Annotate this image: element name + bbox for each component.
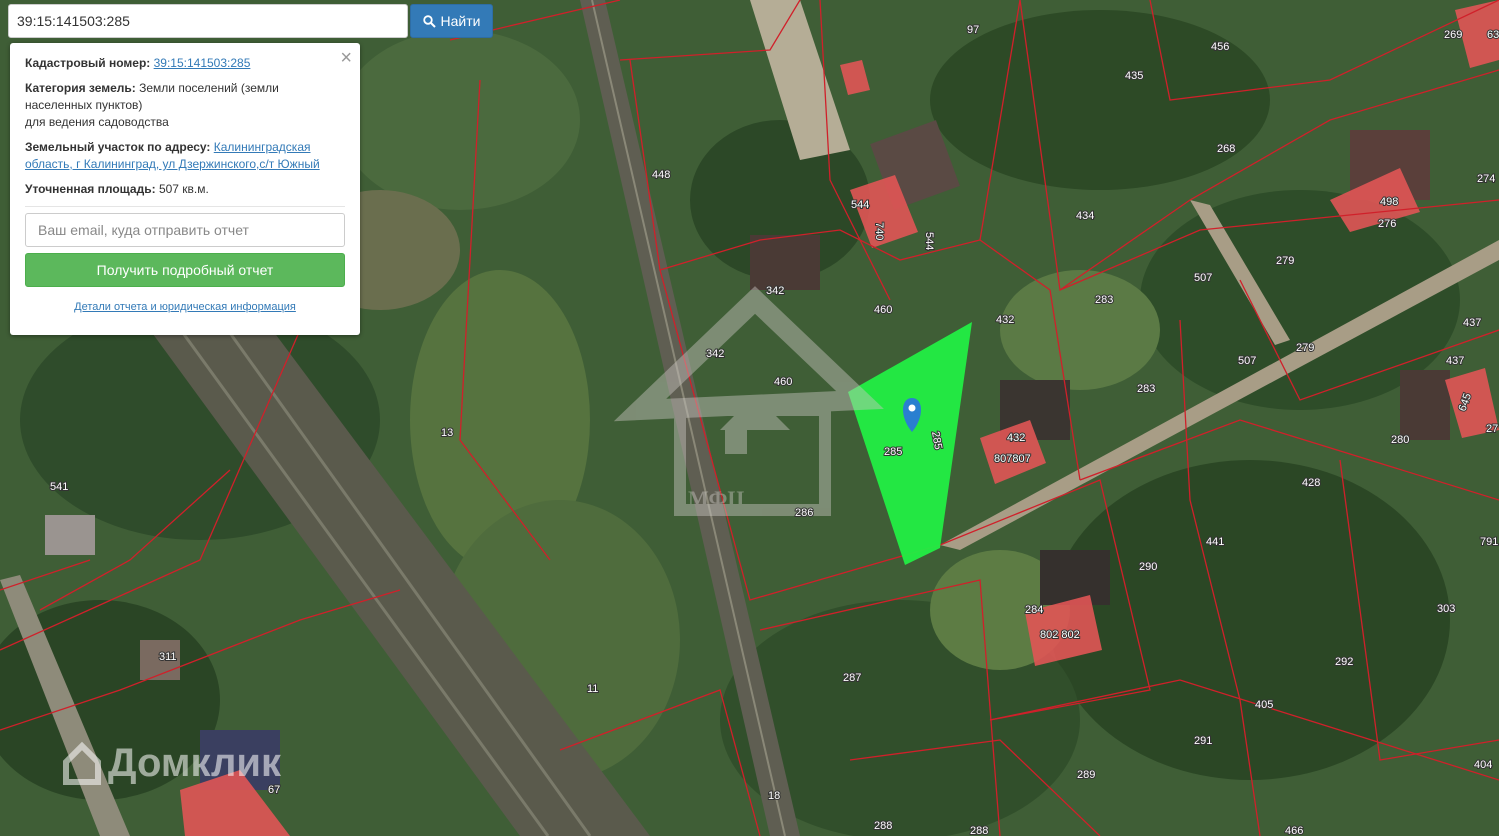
parcel-number-label: 284 bbox=[1025, 604, 1043, 616]
parcel-number-label: 437 bbox=[1446, 355, 1464, 367]
parcel-number-label: 18 bbox=[768, 790, 780, 802]
parcel-number-label: 541 bbox=[50, 481, 68, 493]
parcel-number-label: 291 bbox=[1194, 735, 1212, 747]
parcel-number-label: 428 bbox=[1302, 477, 1320, 489]
domclick-logo-icon bbox=[63, 741, 101, 785]
parcel-number-label: 311 bbox=[159, 651, 177, 663]
parcel-number-label: 448 bbox=[652, 169, 670, 181]
area-value: 507 кв.м. bbox=[158, 182, 209, 196]
mfc-watermark-text: МФЦ bbox=[688, 486, 744, 511]
parcel-number-label: 279 bbox=[1296, 342, 1314, 354]
cadastral-number-link[interactable]: 39:15:141503:285 bbox=[154, 56, 251, 70]
address-row: Земельный участок по адресу: Калининград… bbox=[25, 139, 345, 173]
parcel-number-label: 544 bbox=[923, 232, 935, 250]
search-button[interactable]: Найти bbox=[410, 4, 493, 38]
parcel-number-label: 432 bbox=[996, 314, 1014, 326]
parcel-number-label: 11 bbox=[587, 683, 598, 695]
cadastral-label: Кадастровый номер: bbox=[25, 56, 151, 70]
parcel-number-label: 269 bbox=[1444, 29, 1462, 41]
parcel-number-label: 498 bbox=[1380, 196, 1398, 208]
panel-divider bbox=[25, 206, 345, 207]
parcel-number-label: 507 bbox=[1194, 272, 1212, 284]
parcel-number-label: 13 bbox=[441, 427, 453, 439]
report-details-link[interactable]: Детали отчета и юридическая информация bbox=[25, 299, 345, 316]
email-input[interactable] bbox=[25, 213, 345, 247]
parcel-number-label: 288 bbox=[970, 825, 988, 836]
close-icon[interactable]: × bbox=[340, 48, 352, 68]
category-label: Категория земель: bbox=[25, 81, 136, 95]
parcel-number-label: 460 bbox=[774, 376, 792, 388]
category-purpose: для ведения садоводства bbox=[25, 115, 169, 129]
land-category-row: Категория земель: Земли поселений (земли… bbox=[25, 80, 345, 131]
parcel-number-label: 456 bbox=[1211, 41, 1229, 53]
parcel-number-label: 285 bbox=[884, 446, 902, 458]
parcel-number-label: 276 bbox=[1378, 218, 1396, 230]
domclick-watermark: Домклик bbox=[62, 740, 281, 786]
parcel-number-label: 279 bbox=[1276, 255, 1294, 267]
parcel-number-label: 740 bbox=[873, 222, 885, 240]
parcel-number-label: 274 bbox=[1477, 173, 1495, 185]
parcel-info-panel: × Кадастровый номер: 39:15:141503:285 Ка… bbox=[10, 43, 360, 335]
parcel-number-label: 435 bbox=[1125, 70, 1143, 82]
search-icon bbox=[422, 14, 436, 28]
search-input[interactable] bbox=[9, 5, 407, 37]
parcel-number-label: 432 bbox=[1007, 432, 1025, 444]
parcel-number-label: 544 bbox=[851, 199, 869, 211]
parcel-number-label: 303 bbox=[1437, 603, 1455, 615]
parcel-number-label: 437 bbox=[1463, 317, 1481, 329]
parcel-number-label: 288 bbox=[874, 820, 892, 832]
parcel-number-label: 802 802 bbox=[1040, 629, 1080, 641]
parcel-number-label: 460 bbox=[874, 304, 892, 316]
parcel-number-label: 342 bbox=[706, 348, 724, 360]
parcel-number-label: 283 bbox=[1095, 294, 1113, 306]
area-label: Уточненная площадь: bbox=[25, 182, 156, 196]
parcel-number-label: 287 bbox=[843, 672, 861, 684]
parcel-number-label: 292 bbox=[1335, 656, 1353, 668]
parcel-number-label: 97 bbox=[967, 24, 979, 36]
parcel-number-label: 283 bbox=[1137, 383, 1155, 395]
get-report-button[interactable]: Получить подробный отчет bbox=[25, 253, 345, 287]
parcel-number-label: 466 bbox=[1285, 825, 1303, 836]
parcel-number-label: 507 bbox=[1238, 355, 1256, 367]
parcel-number-label: 290 bbox=[1139, 561, 1157, 573]
parcel-number-label: 342 bbox=[766, 285, 784, 297]
parcel-number-label: 405 bbox=[1255, 699, 1273, 711]
parcel-number-label: 286 bbox=[795, 507, 813, 519]
parcel-number-label: 268 bbox=[1217, 143, 1235, 155]
address-label: Земельный участок по адресу: bbox=[25, 140, 211, 154]
parcel-number-label: 434 bbox=[1076, 210, 1094, 222]
parcel-number-label: 63 bbox=[1487, 29, 1499, 41]
cadastral-number-row: Кадастровый номер: 39:15:141503:285 bbox=[25, 55, 345, 72]
parcel-number-label: 27 bbox=[1486, 423, 1498, 435]
parcel-number-label: 289 bbox=[1077, 769, 1095, 781]
search-bar[interactable] bbox=[8, 4, 408, 38]
parcel-number-label: 404 bbox=[1474, 759, 1492, 771]
search-button-label: Найти bbox=[440, 13, 481, 29]
parcel-number-label: 791 bbox=[1480, 536, 1498, 548]
parcel-number-label: 280 bbox=[1391, 434, 1409, 446]
parcel-number-label: 807807 bbox=[994, 453, 1031, 465]
parcel-number-label: 441 bbox=[1206, 536, 1224, 548]
domclick-watermark-text: Домклик bbox=[108, 740, 282, 785]
area-row: Уточненная площадь: 507 кв.м. bbox=[25, 181, 345, 198]
